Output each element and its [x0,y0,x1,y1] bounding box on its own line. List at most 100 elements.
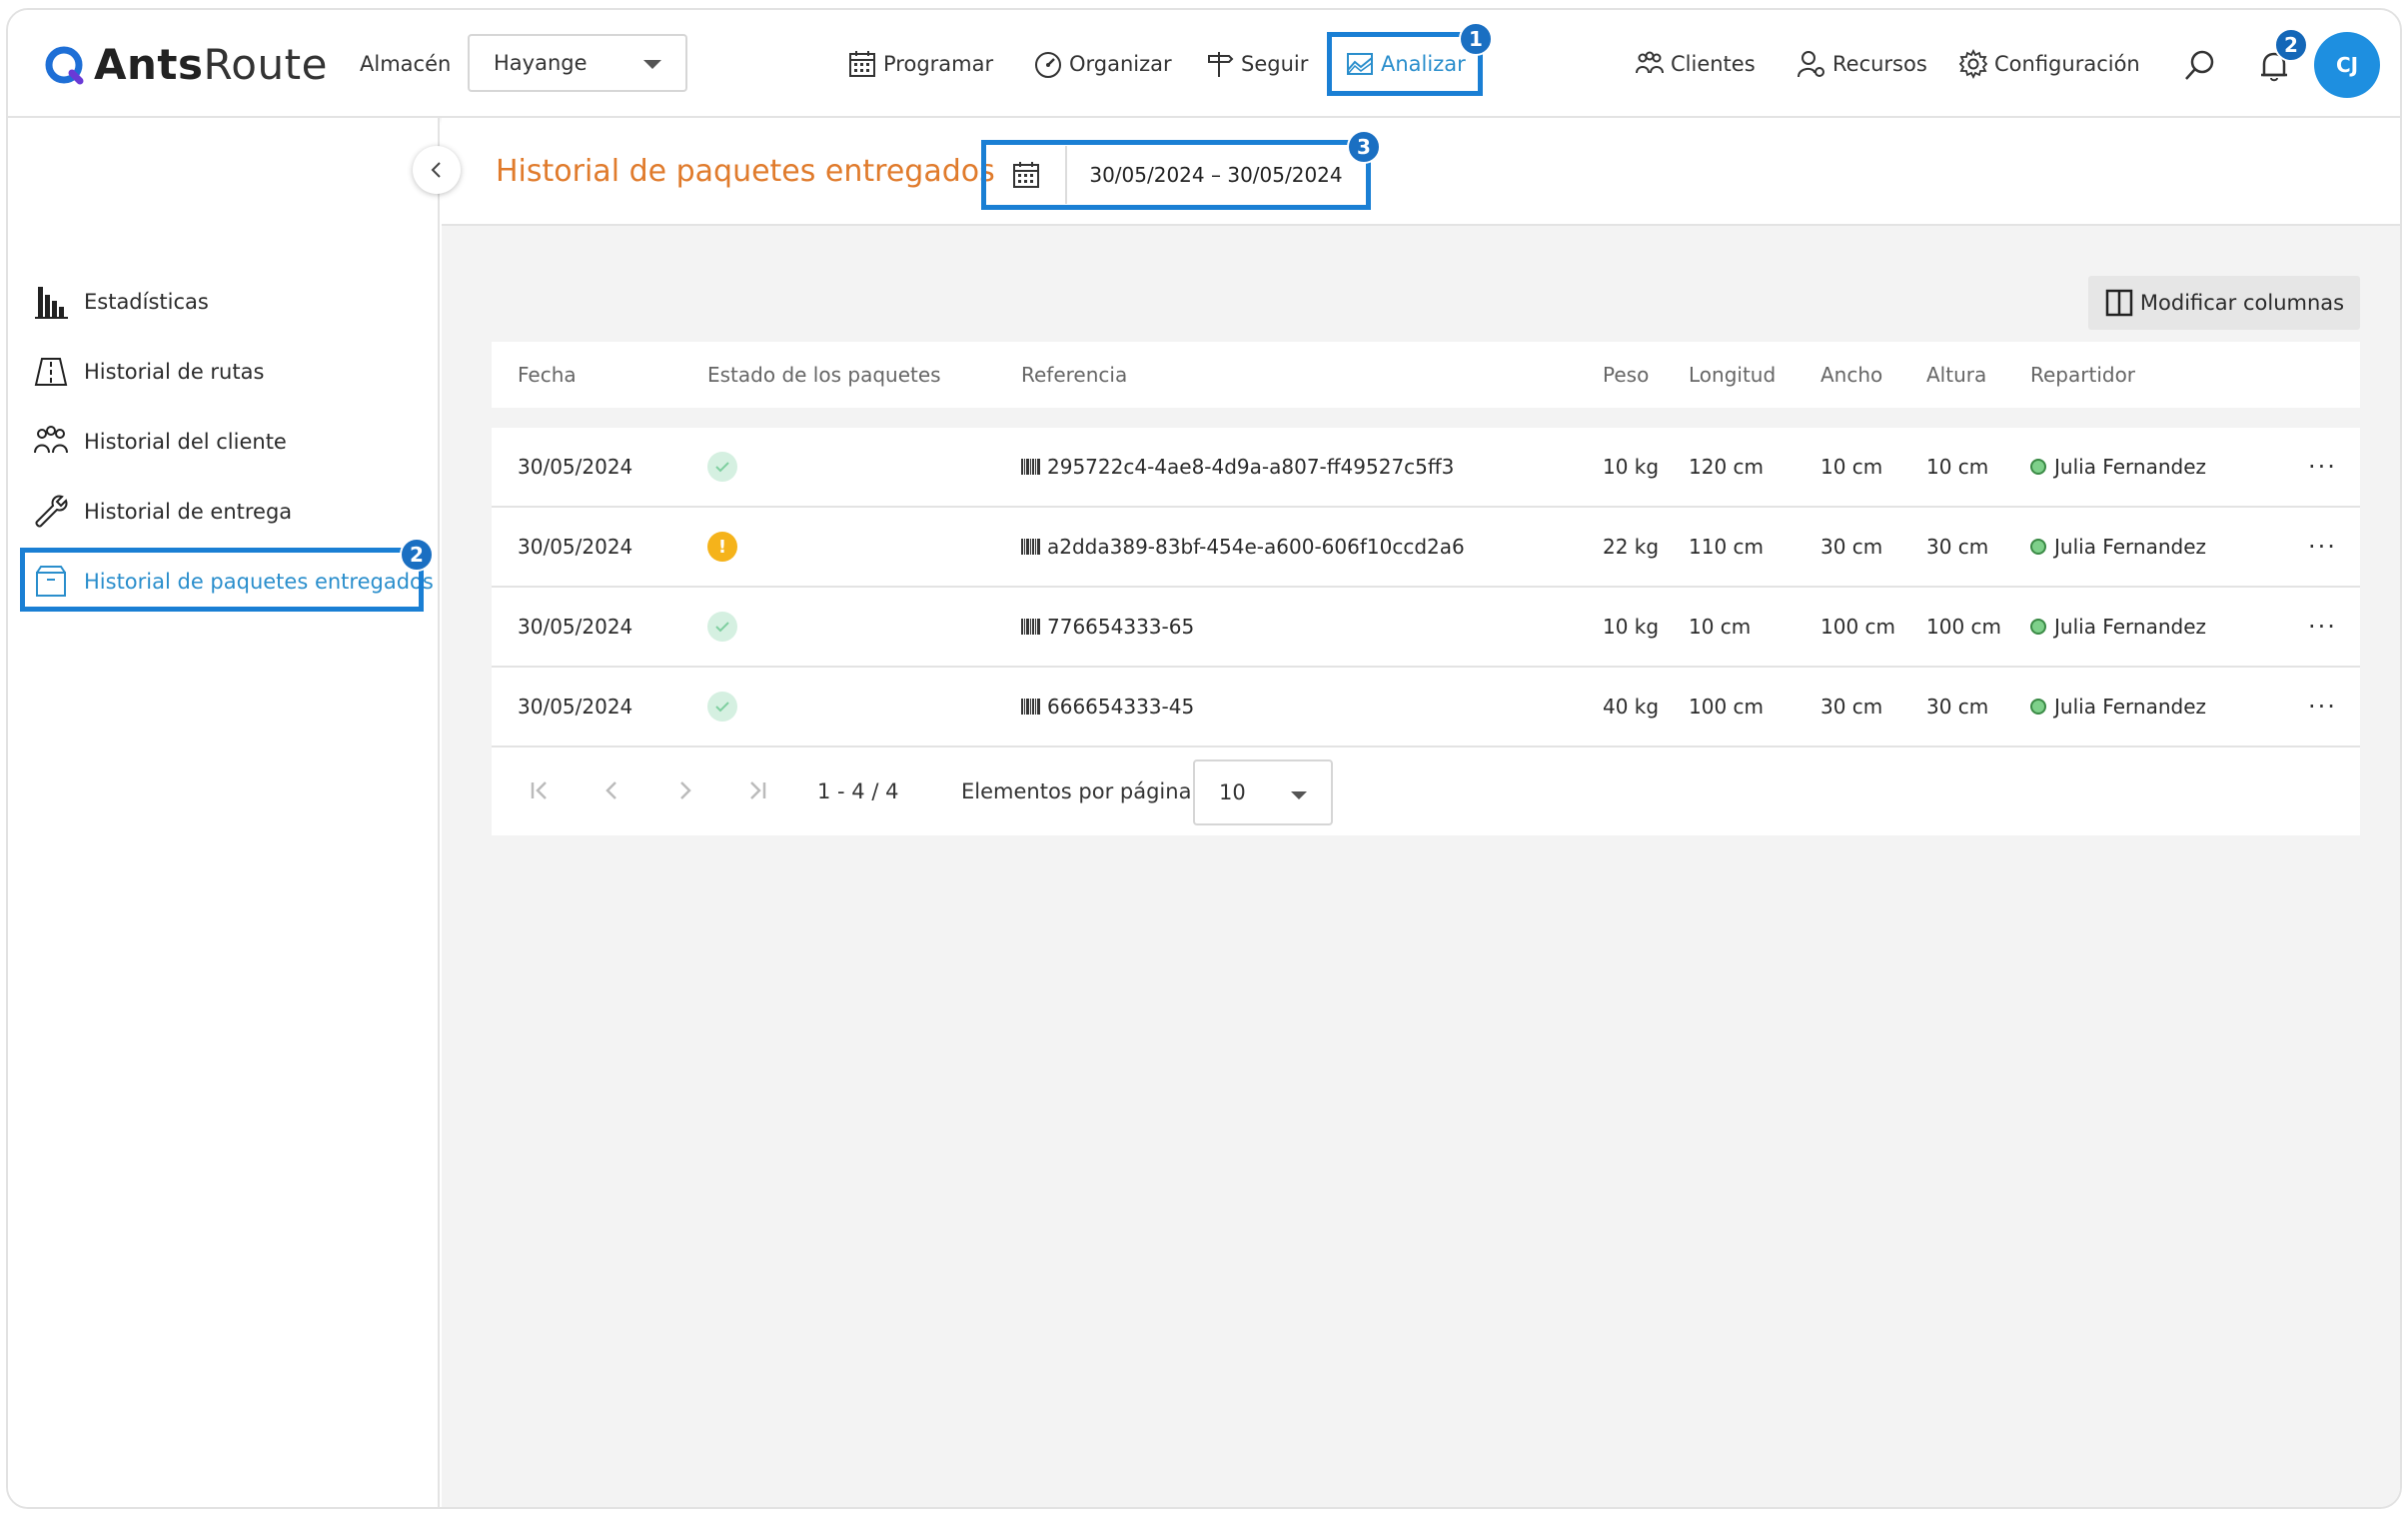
online-status-dot [2030,539,2046,555]
sidebar-item-estadisticas[interactable]: Estadísticas [32,282,209,322]
online-status-dot [2030,699,2046,715]
cell-repartidor: Julia Fernandez [2030,508,2206,586]
online-status-dot [2030,459,2046,475]
barcode-icon [1021,619,1040,635]
sidebar-item-label: Historial de rutas [84,360,265,384]
cell-fecha: 30/05/2024 [518,455,633,479]
nav-programar-label: Programar [883,52,994,76]
column-header-altura[interactable]: Altura [1926,342,1986,408]
nav-clientes[interactable]: Clientes [1635,46,1756,82]
sidebar-item-historial-cliente[interactable]: Historial del cliente [32,422,287,462]
annotation-badge-2: 2 [400,538,434,572]
table-row[interactable]: 30/05/2024 666654333-45 40 kg 100 cm 30 … [492,668,2360,748]
table-header-row: Fecha Estado de los paquetes Referencia … [492,342,2360,408]
header-spacer [492,408,2360,428]
table-row[interactable]: 30/05/2024 776654333-65 10 kg 10 cm 100 … [492,588,2360,668]
gauge-icon [1035,52,1061,78]
table-row[interactable]: 30/05/2024 ! a2dda389-83bf-454e-a600-606… [492,508,2360,588]
notification-count-badge: 2 [2274,28,2308,62]
modify-columns-button[interactable]: Modificar columnas [2088,276,2360,330]
nav-configuracion[interactable]: Configuración [1958,46,2140,82]
cell-ancho: 100 cm [1820,615,1896,639]
content-header: Historial de paquetes entregados 30/05/2… [442,118,2400,226]
first-page-icon[interactable] [526,775,556,805]
nav-clientes-label: Clientes [1671,52,1756,76]
calendar-icon [849,51,875,77]
cell-peso: 40 kg [1603,695,1660,719]
cell-repartidor: Julia Fernandez [2030,668,2206,746]
cell-referencia: a2dda389-83bf-454e-a600-606f10ccd2a6 [1021,508,1465,586]
cell-ancho: 10 cm [1820,455,1883,479]
items-per-page-label: Elementos por página [961,779,1192,803]
signpost-icon [1208,52,1234,77]
cell-altura: 30 cm [1926,535,1989,559]
items-per-page-value: 10 [1219,780,1246,804]
row-actions-menu[interactable]: ··· [2308,428,2337,506]
bar-chart-icon [35,287,68,319]
cell-fecha: 30/05/2024 [518,615,633,639]
cell-referencia: 666654333-45 [1021,668,1194,746]
check-circle-icon [707,612,737,642]
previous-page-icon[interactable] [598,775,627,805]
cell-peso: 10 kg [1603,455,1660,479]
row-actions-menu[interactable]: ··· [2308,668,2337,746]
users-group-icon [34,426,68,454]
column-header-estado[interactable]: Estado de los paquetes [707,342,941,408]
pagination-bar: 1 - 4 / 4 Elementos por página 10 [492,748,2360,835]
caret-down-icon [1291,791,1307,799]
user-avatar[interactable]: CJ [2314,32,2380,98]
sidebar-item-historial-entrega[interactable]: Historial de entrega [32,492,292,532]
cell-altura: 30 cm [1926,695,1989,719]
check-circle-icon [707,452,737,482]
cell-peso: 10 kg [1603,615,1660,639]
column-header-repartidor[interactable]: Repartidor [2030,342,2135,408]
antsroute-logo[interactable]: AntsRoute [44,40,328,89]
driver-name: Julia Fernandez [2054,455,2206,479]
cell-altura: 10 cm [1926,455,1989,479]
nav-seguir-label: Seguir [1241,52,1309,76]
column-header-ancho[interactable]: Ancho [1820,342,1882,408]
nav-configuracion-label: Configuración [1994,52,2140,76]
sidebar-collapse-button[interactable] [413,146,461,194]
cell-repartidor: Julia Fernandez [2030,588,2206,666]
caret-down-icon [643,60,661,69]
column-header-peso[interactable]: Peso [1603,342,1649,408]
nav-seguir[interactable]: Seguir [1205,46,1308,82]
column-header-longitud[interactable]: Longitud [1689,342,1776,408]
last-page-icon[interactable] [741,775,771,805]
barcode-icon [1021,699,1040,715]
barcode-icon [1021,539,1040,555]
page-title: Historial de paquetes entregados [496,154,995,189]
nav-organizar[interactable]: Organizar [1033,46,1172,82]
items-per-page-select[interactable]: 10 [1193,759,1333,825]
sidebar-item-historial-rutas[interactable]: Historial de rutas [32,352,264,392]
online-status-dot [2030,619,2046,635]
users-group-icon [1636,51,1664,74]
driver-name: Julia Fernandez [2054,615,2206,639]
next-page-icon[interactable] [669,775,699,805]
sidebar-item-label: Historial del cliente [84,430,287,454]
row-actions-menu[interactable]: ··· [2308,588,2337,666]
row-actions-menu[interactable]: ··· [2308,508,2337,586]
user-gear-icon [1798,51,1824,78]
driver-name: Julia Fernandez [2054,695,2206,719]
cell-longitud: 120 cm [1689,455,1765,479]
warehouse-select[interactable]: Hayange [468,34,687,92]
nav-programar[interactable]: Programar [847,46,993,82]
logo-text: AntsRoute [94,40,328,89]
column-header-fecha[interactable]: Fecha [518,342,577,408]
warehouse-label: Almacén [360,52,452,76]
check-circle-icon [707,692,737,722]
nav-organizar-label: Organizar [1069,52,1172,76]
modify-columns-label: Modificar columnas [2139,291,2345,315]
road-icon [34,358,68,386]
cell-altura: 100 cm [1926,615,2002,639]
search-icon[interactable] [2182,48,2218,84]
nav-recursos[interactable]: Recursos [1797,46,1927,82]
reference-text: 295722c4-4ae8-4d9a-a807-ff49527c5ff3 [1047,455,1455,479]
warehouse-value: Hayange [494,51,588,75]
table-row[interactable]: 30/05/2024 295722c4-4ae8-4d9a-a807-ff495… [492,428,2360,508]
cell-estado: ! [707,508,737,586]
sidebar-item-label: Estadísticas [84,290,209,314]
column-header-referencia[interactable]: Referencia [1021,342,1127,408]
